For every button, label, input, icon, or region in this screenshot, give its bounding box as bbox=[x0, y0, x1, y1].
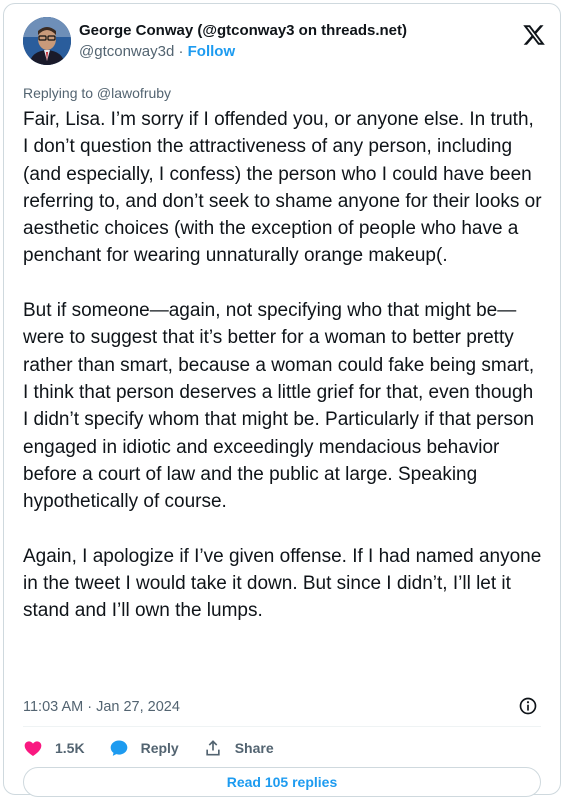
share-upload-icon bbox=[206, 740, 220, 756]
action-bar: 1.5K Reply Share bbox=[23, 737, 298, 759]
reply-button[interactable]: Reply bbox=[109, 738, 179, 758]
tweet-text: Fair, Lisa. I’m sorry if I offended you,… bbox=[23, 106, 543, 625]
tweet-paragraph: Fair, Lisa. I’m sorry if I offended you,… bbox=[23, 109, 542, 267]
speech-bubble-icon bbox=[110, 740, 127, 756]
info-icon[interactable] bbox=[518, 696, 538, 716]
like-button[interactable]: 1.5K bbox=[23, 738, 85, 758]
heart-icon bbox=[24, 741, 42, 756]
tweet-header: George Conway (@gtconway3 on threads.net… bbox=[23, 17, 546, 73]
author-avatar[interactable] bbox=[23, 17, 71, 65]
replying-to: Replying to @lawofruby bbox=[23, 85, 172, 101]
author-display-name[interactable]: George Conway (@gtconway3 on threads.net… bbox=[79, 21, 407, 41]
like-count: 1.5K bbox=[55, 740, 85, 756]
tweet-timestamp[interactable]: 11:03 AM · Jan 27, 2024 bbox=[23, 697, 180, 717]
avatar-photo-icon bbox=[23, 17, 71, 65]
tweet-paragraph: Again, I apologize if I’ve given offense… bbox=[23, 545, 542, 622]
author-handle[interactable]: @gtconway3d bbox=[79, 43, 174, 60]
share-label: Share bbox=[234, 740, 274, 756]
separator-dot: · bbox=[178, 43, 184, 60]
tweet-paragraph: But if someone—again, not specifying who… bbox=[23, 300, 535, 513]
read-replies-button[interactable]: Read 105 replies bbox=[23, 767, 541, 797]
share-button[interactable]: Share bbox=[203, 738, 274, 758]
author-handle-line: @gtconway3d · Follow bbox=[79, 42, 407, 62]
divider bbox=[23, 726, 541, 727]
follow-button[interactable]: Follow bbox=[188, 43, 236, 60]
author-info: George Conway (@gtconway3 on threads.net… bbox=[79, 21, 407, 62]
x-logo-icon[interactable] bbox=[522, 23, 546, 47]
reply-label: Reply bbox=[140, 740, 179, 756]
tweet-card: George Conway (@gtconway3 on threads.net… bbox=[3, 3, 561, 797]
